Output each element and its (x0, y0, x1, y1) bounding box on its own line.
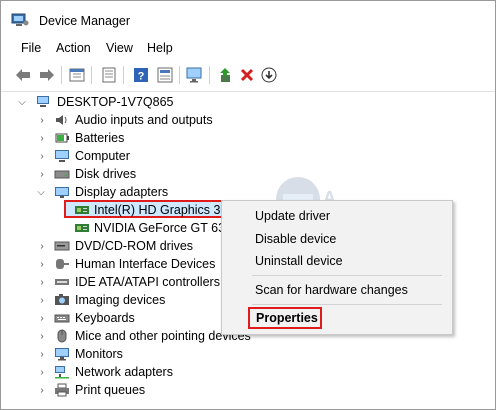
download-arrow-icon[interactable] (259, 66, 279, 84)
tree-item-label: NVIDIA GeForce GT 630 (94, 221, 233, 235)
chevron-right-icon[interactable]: › (37, 151, 47, 162)
camera-icon (55, 294, 69, 305)
tree-item-label: Print queues (75, 383, 146, 397)
keyboard-icon (54, 314, 70, 323)
title-bar: Device Manager (1, 1, 495, 35)
tree-item-label: Computer (75, 149, 130, 163)
selected-device-highlight[interactable]: Intel(R) HD Graphics 300 (64, 200, 224, 218)
chevron-right-icon[interactable]: › (37, 259, 47, 270)
chevron-right-icon[interactable]: › (37, 367, 47, 378)
menu-action[interactable]: Action (56, 41, 91, 55)
tree-item-disk-drives[interactable]: › Disk drives (1, 165, 495, 183)
gpu-card-icon (75, 224, 89, 232)
device-manager-icon (11, 13, 29, 26)
device-list-icon[interactable] (155, 66, 175, 84)
menu-separator (252, 275, 442, 276)
uninstall-x-icon[interactable] (237, 66, 257, 84)
tree-item-network[interactable]: › Network adapters (1, 363, 495, 381)
tree-item-label: Imaging devices (75, 293, 166, 307)
tree-root-label: DESKTOP-1V7Q865 (57, 95, 174, 109)
display-adapter-icon (55, 187, 69, 198)
chevron-right-icon[interactable]: › (37, 115, 47, 126)
chevron-right-icon[interactable]: › (37, 133, 47, 144)
help-icon[interactable]: ? (131, 66, 151, 84)
dvd-icon (54, 241, 70, 251)
tree-item-label: Network adapters (75, 365, 173, 379)
tree-item-audio[interactable]: › Audio inputs and outputs (1, 111, 495, 129)
tree-item-label: Keyboards (75, 311, 135, 325)
toolbar: ? (1, 61, 495, 92)
tree-root[interactable]: ⌵ DESKTOP-1V7Q865 (1, 93, 495, 111)
monitor-icon (55, 348, 69, 361)
speaker-icon (56, 115, 67, 125)
menu-view[interactable]: View (106, 41, 133, 55)
properties-grid-icon[interactable] (67, 66, 87, 84)
chevron-right-icon[interactable]: › (37, 277, 47, 288)
tree-item-label: Audio inputs and outputs (75, 113, 213, 127)
battery-icon (55, 133, 69, 143)
scan-monitor-icon[interactable] (185, 66, 205, 84)
show-hidden-icon[interactable] (99, 66, 119, 84)
chevron-right-icon[interactable]: › (37, 385, 47, 396)
menu-separator (252, 304, 442, 305)
properties-highlight[interactable]: Properties (248, 307, 322, 329)
tree-item-label: Human Interface Devices (75, 257, 216, 271)
menu-file[interactable]: File (21, 41, 41, 55)
tree-item-intel-label: Intel(R) HD Graphics 300 (94, 203, 222, 217)
tree-item-label: Disk drives (75, 167, 137, 181)
chevron-right-icon[interactable]: › (37, 295, 47, 306)
tree-item-monitors[interactable]: › Monitors (1, 345, 495, 363)
tree-item-label: DVD/CD-ROM drives (75, 239, 194, 253)
chevron-right-icon[interactable]: › (37, 241, 47, 252)
disk-drive-icon (54, 170, 70, 179)
gpu-card-icon (75, 206, 89, 214)
printer-icon (55, 383, 69, 397)
update-driver-icon[interactable] (215, 66, 235, 84)
hid-icon (56, 259, 69, 269)
forward-arrow-icon[interactable] (37, 66, 57, 84)
svg-text:?: ? (138, 71, 145, 83)
tree-item-label: Display adapters (75, 185, 169, 199)
back-arrow-icon[interactable] (13, 66, 33, 84)
chevron-down-icon[interactable]: ⌵ (36, 187, 46, 198)
menu-bar: File Action View Help (1, 37, 495, 59)
menu-help[interactable]: Help (147, 41, 173, 55)
computer-root-icon (37, 96, 49, 107)
menu-update-driver[interactable]: Update driver (255, 209, 330, 223)
ide-controller-icon (55, 279, 69, 285)
tree-item-display-adapters[interactable]: ⌵ Display adapters (1, 183, 495, 201)
tree-item-batteries[interactable]: › Batteries (1, 129, 495, 147)
device-manager-window: Device Manager File Action View Help ? ⌵… (0, 0, 496, 410)
computer-icon (55, 150, 69, 162)
tree-item-label: IDE ATA/ATAPI controllers (75, 275, 220, 289)
chevron-right-icon[interactable]: › (37, 313, 47, 324)
context-menu: Update driver Disable device Uninstall d… (221, 200, 453, 335)
window-title: Device Manager (39, 14, 131, 28)
menu-disable-device[interactable]: Disable device (255, 232, 336, 246)
chevron-right-icon[interactable]: › (37, 349, 47, 360)
chevron-down-icon[interactable]: ⌵ (17, 97, 27, 108)
menu-properties[interactable]: Properties (256, 311, 318, 325)
menu-scan-hardware[interactable]: Scan for hardware changes (255, 283, 408, 297)
chevron-right-icon[interactable]: › (37, 331, 47, 342)
tree-item-print-queues[interactable]: › Print queues (1, 381, 495, 399)
tree-item-computer[interactable]: › Computer (1, 147, 495, 165)
tree-item-label: Monitors (75, 347, 123, 361)
menu-uninstall-device[interactable]: Uninstall device (255, 254, 343, 268)
network-icon (55, 366, 69, 379)
chevron-right-icon[interactable]: › (37, 169, 47, 180)
mouse-icon (57, 329, 67, 343)
tree-item-label: Batteries (75, 131, 125, 145)
